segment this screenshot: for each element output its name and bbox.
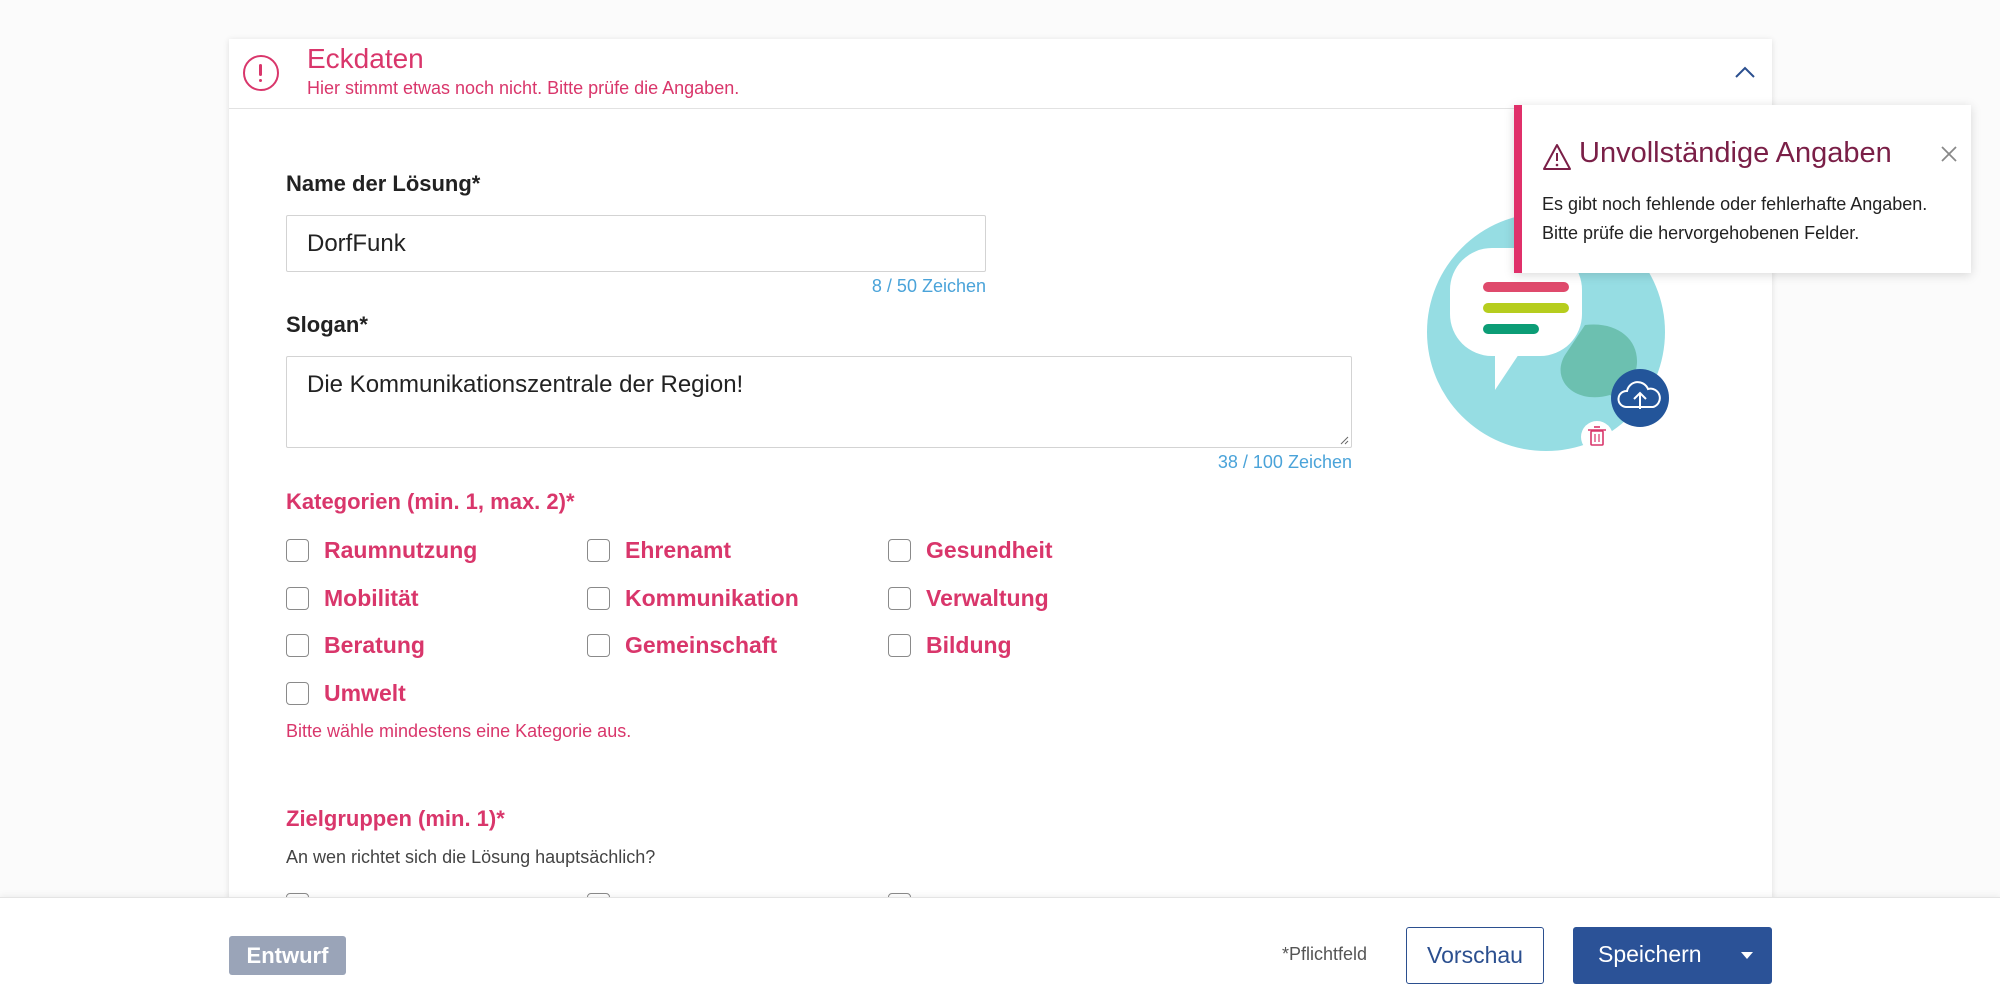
category-checkbox-verwaltung[interactable]: Verwaltung	[888, 585, 1049, 612]
checkbox-box[interactable]	[286, 634, 309, 657]
category-checkbox-raumnutzung[interactable]: Raumnutzung	[286, 537, 477, 564]
incomplete-data-toast: Unvollständige Angaben Es gibt noch fehl…	[1514, 105, 1971, 273]
toast-message-line: Bitte prüfe die hervorgehobenen Felder.	[1542, 223, 1860, 243]
checkbox-box[interactable]	[587, 539, 610, 562]
checkbox-box[interactable]	[587, 587, 610, 610]
category-label: Mobilität	[324, 585, 419, 611]
category-label: Bildung	[926, 632, 1012, 658]
status-badge: Entwurf	[229, 936, 346, 975]
toast-message-line: Es gibt noch fehlende oder fehlerhafte A…	[1542, 194, 1928, 214]
category-label: Ehrenamt	[625, 537, 732, 563]
toast-message: Es gibt noch fehlende oder fehlerhafte A…	[1542, 190, 1962, 248]
error-circle-icon	[243, 55, 279, 91]
name-label: Name der Lösung*	[286, 171, 481, 196]
required-field-note: *Pflichtfeld	[1282, 944, 1368, 964]
target-groups-label: Zielgruppen (min. 1)*	[286, 806, 505, 831]
checkbox-box[interactable]	[888, 587, 911, 610]
preview-button[interactable]: Vorschau	[1406, 927, 1544, 984]
category-checkbox-gesundheit[interactable]: Gesundheit	[888, 537, 1053, 564]
name-char-counter: 8 / 50 Zeichen	[871, 276, 986, 296]
category-label: Kommunikation	[625, 585, 799, 611]
toast-title: Unvollständige Angaben	[1579, 137, 1892, 169]
upload-cloud-icon[interactable]	[1611, 369, 1669, 427]
warning-icon	[1543, 144, 1571, 170]
slogan-textarea[interactable]: Die Kommunikationszentrale der Region!	[286, 356, 1352, 448]
checkbox-box[interactable]	[587, 634, 610, 657]
save-button-label: Speichern	[1598, 941, 1702, 967]
name-input[interactable]: DorfFunk	[286, 215, 986, 272]
category-label: Umwelt	[324, 680, 406, 706]
categories-error: Bitte wähle mindestens eine Kategorie au…	[286, 721, 632, 741]
category-label: Beratung	[324, 632, 425, 658]
category-label: Gesundheit	[926, 537, 1053, 563]
category-checkbox-bildung[interactable]: Bildung	[888, 632, 1012, 659]
checkbox-box[interactable]	[286, 682, 309, 705]
section-header[interactable]: Eckdaten Hier stimmt etwas noch nicht. B…	[229, 39, 1772, 109]
section-error-subtitle: Hier stimmt etwas noch nicht. Bitte prüf…	[307, 78, 740, 98]
checkbox-box[interactable]	[888, 539, 911, 562]
category-checkbox-kommunikation[interactable]: Kommunikation	[587, 585, 799, 612]
category-checkbox-umwelt[interactable]: Umwelt	[286, 680, 406, 707]
footer-action-bar: Entwurf *Pflichtfeld Vorschau Speichern	[0, 897, 2000, 1000]
resize-handle[interactable]	[1339, 435, 1349, 445]
section-title: Eckdaten	[307, 43, 424, 74]
category-checkbox-gemeinschaft[interactable]: Gemeinschaft	[587, 632, 777, 659]
slogan-value: Die Kommunikationszentrale der Region!	[307, 371, 744, 398]
category-label: Raumnutzung	[324, 537, 478, 563]
checkbox-box[interactable]	[286, 539, 309, 562]
caret-down-icon[interactable]	[1741, 952, 1753, 959]
chevron-up-icon[interactable]	[1734, 62, 1756, 84]
category-checkbox-mobilitaet[interactable]: Mobilität	[286, 585, 419, 612]
categories-label: Kategorien (min. 1, max. 2)*	[286, 489, 575, 514]
close-icon[interactable]	[1940, 145, 1958, 163]
slogan-label: Slogan*	[286, 312, 368, 337]
trash-icon[interactable]	[1581, 421, 1613, 453]
checkbox-box[interactable]	[888, 634, 911, 657]
target-groups-help: An wen richtet sich die Lösung hauptsäch…	[286, 847, 656, 867]
category-checkbox-ehrenamt[interactable]: Ehrenamt	[587, 537, 731, 564]
slogan-char-counter: 38 / 100 Zeichen	[1217, 452, 1352, 472]
category-label: Gemeinschaft	[625, 632, 778, 658]
save-button[interactable]: Speichern	[1573, 927, 1772, 984]
category-label: Verwaltung	[926, 585, 1049, 611]
category-checkbox-beratung[interactable]: Beratung	[286, 632, 425, 659]
checkbox-box[interactable]	[286, 587, 309, 610]
